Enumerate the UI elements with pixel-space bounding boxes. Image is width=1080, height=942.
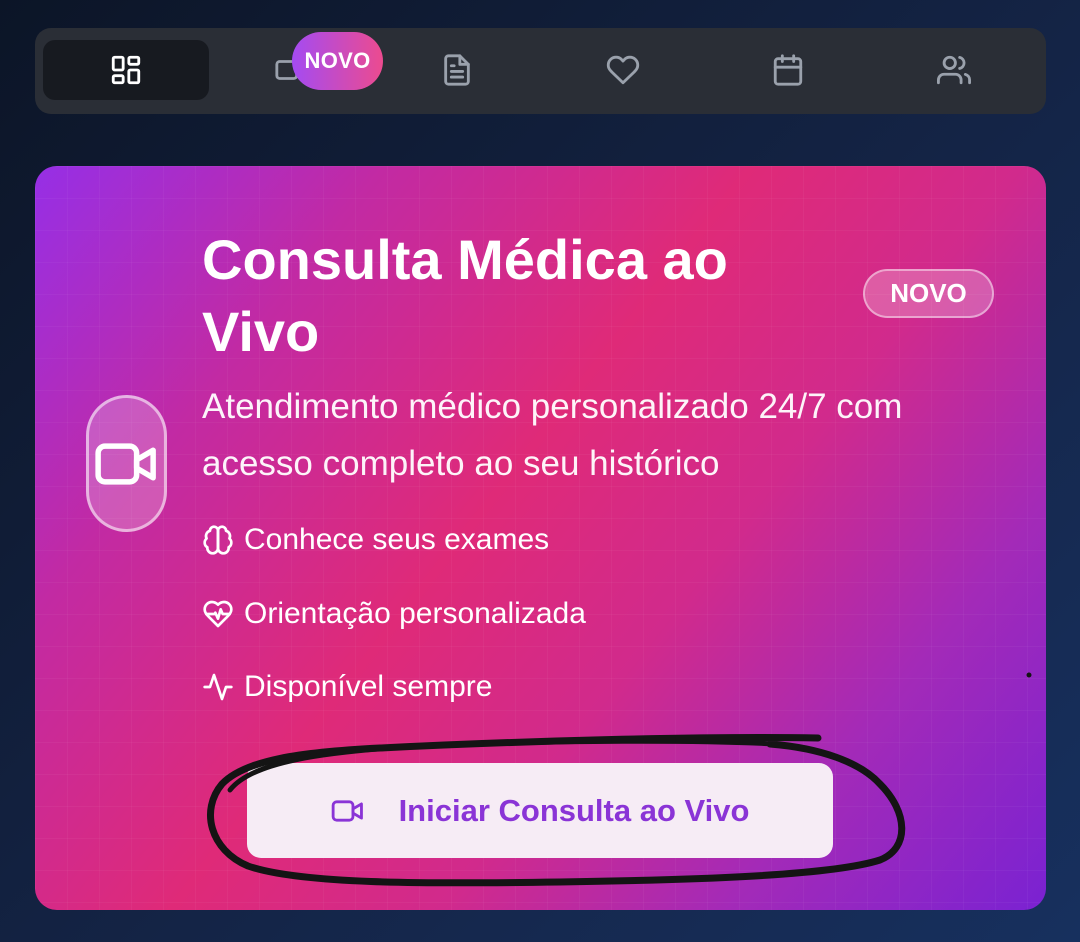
feature-item-exams: Conhece seus exames (202, 520, 549, 560)
heart-icon (606, 55, 640, 85)
tab-dashboard[interactable] (43, 40, 209, 100)
feature-label: Conhece seus exames (244, 523, 550, 556)
feature-label: Orientação personalizada (244, 597, 586, 630)
video-camera-icon (94, 442, 156, 485)
novo-badge: NOVO (863, 269, 994, 318)
feature-label: Disponível sempre (244, 670, 493, 703)
tab-users[interactable] (871, 40, 1037, 100)
tab-calendar[interactable] (705, 40, 871, 100)
tab-favorites[interactable] (540, 40, 706, 100)
video-icon (331, 799, 363, 822)
calendar-icon (773, 54, 803, 86)
layout-grid-icon (111, 55, 141, 85)
video-icon-pill (86, 395, 167, 532)
file-text-icon (444, 54, 470, 86)
card-subtitle: Atendimento médico personalizado 24/7 co… (202, 387, 903, 483)
activity-icon (203, 673, 233, 701)
start-live-consult-button[interactable]: Iniciar Consulta ao Vivo (247, 763, 833, 858)
feature-item-availability: Disponível sempre (202, 667, 492, 707)
novo-tab-badge: NOVO (292, 32, 383, 90)
users-icon (937, 55, 971, 85)
cta-label: Iniciar Consulta ao Vivo (398, 792, 750, 828)
brain-icon (203, 525, 233, 555)
top-nav-tabbar: NOVO (35, 28, 1046, 114)
tab-documents[interactable] (374, 40, 540, 100)
live-consult-card: Consulta Médica ao Vivo NOVO Atendimento… (35, 166, 1046, 910)
card-title: Consulta Médica ao Vivo (202, 228, 728, 363)
heart-pulse-icon (203, 600, 233, 628)
feature-item-guidance: Orientação personalizada (202, 594, 586, 634)
